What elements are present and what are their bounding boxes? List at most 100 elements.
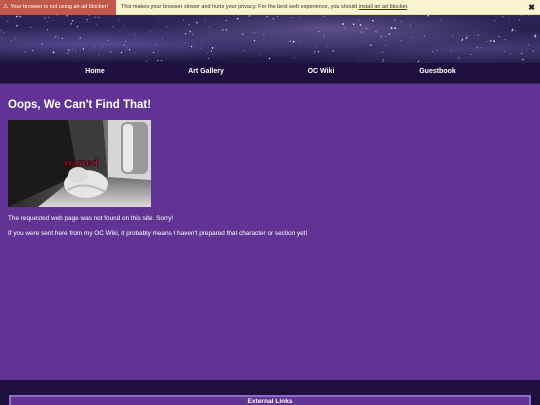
page-title: Oops, We Can't Find That! [8, 99, 152, 111]
star [203, 21, 205, 23]
star [196, 21, 198, 24]
adblock-message-suffix: . [407, 4, 409, 10]
star [112, 26, 114, 28]
star [123, 25, 125, 27]
star [98, 54, 100, 56]
star [209, 26, 211, 28]
star [191, 46, 193, 48]
star [156, 59, 159, 62]
star [160, 59, 162, 62]
star [189, 30, 191, 33]
star [253, 40, 256, 42]
star [412, 37, 414, 39]
star [123, 54, 125, 56]
star [378, 52, 380, 53]
star [24, 51, 26, 53]
star [282, 61, 283, 63]
star [479, 31, 481, 32]
star [47, 29, 49, 31]
star [323, 35, 325, 37]
star [394, 27, 396, 30]
star [125, 50, 127, 51]
star [480, 46, 482, 48]
main-content: Oops, We Can't Find That! wamed The requ… [0, 85, 540, 380]
star [182, 19, 185, 21]
star [347, 59, 348, 61]
star [125, 40, 127, 42]
star [382, 60, 384, 62]
star [179, 59, 181, 61]
star [528, 44, 529, 46]
star [207, 57, 210, 60]
external-links-heading[interactable]: External Links [9, 395, 531, 405]
star [243, 50, 245, 51]
star [493, 19, 496, 22]
star [32, 50, 34, 52]
star [128, 49, 131, 51]
nav-oc-wiki[interactable]: OC Wiki [287, 63, 355, 84]
nav-home[interactable]: Home [60, 63, 130, 84]
star [263, 34, 265, 36]
adblock-warning-text: Your browser is not using an ad blocker! [10, 4, 109, 10]
star [323, 15, 326, 17]
star [41, 43, 44, 45]
star [236, 17, 239, 20]
star [515, 30, 517, 32]
star [477, 34, 479, 36]
star [94, 16, 96, 19]
star [504, 38, 506, 41]
star [466, 35, 468, 37]
star [135, 52, 137, 53]
star [432, 50, 434, 53]
star [150, 31, 152, 32]
star [477, 37, 478, 38]
star [30, 26, 32, 28]
star [534, 34, 537, 37]
star [46, 21, 48, 23]
star [519, 19, 521, 21]
star [419, 58, 420, 60]
star [511, 30, 513, 32]
star [74, 22, 76, 24]
star [534, 46, 536, 47]
star [71, 49, 74, 51]
star [503, 51, 505, 53]
star [86, 18, 88, 21]
star [493, 40, 495, 43]
star [88, 15, 90, 16]
install-adblocker-link[interactable]: install an ad blocker [359, 4, 407, 10]
star [372, 19, 374, 22]
star [381, 15, 383, 16]
star [393, 19, 396, 21]
star [152, 51, 155, 54]
close-icon[interactable]: ✖ [528, 0, 535, 15]
star [138, 44, 139, 45]
star [248, 15, 251, 17]
star [450, 50, 452, 52]
star [384, 35, 386, 37]
star [375, 30, 377, 33]
star [382, 58, 385, 61]
star [56, 34, 57, 35]
star [507, 21, 509, 23]
adblock-message-text: This makes your browser slower and hurts… [121, 4, 358, 10]
nav-guestbook[interactable]: Guestbook [400, 63, 475, 84]
star [461, 39, 463, 41]
star [448, 38, 449, 40]
star [204, 18, 206, 20]
star [71, 19, 74, 22]
nav-art-gallery[interactable]: Art Gallery [170, 63, 242, 84]
star [464, 53, 465, 54]
star [110, 51, 112, 53]
star [19, 15, 22, 18]
star [222, 29, 224, 31]
star [476, 46, 479, 49]
star [358, 58, 359, 60]
star [155, 44, 158, 46]
image-caption: wamed [63, 158, 98, 169]
cat-photo: wamed [8, 120, 151, 207]
star [213, 54, 214, 56]
star [532, 49, 535, 52]
star [3, 31, 5, 33]
star [332, 50, 334, 52]
